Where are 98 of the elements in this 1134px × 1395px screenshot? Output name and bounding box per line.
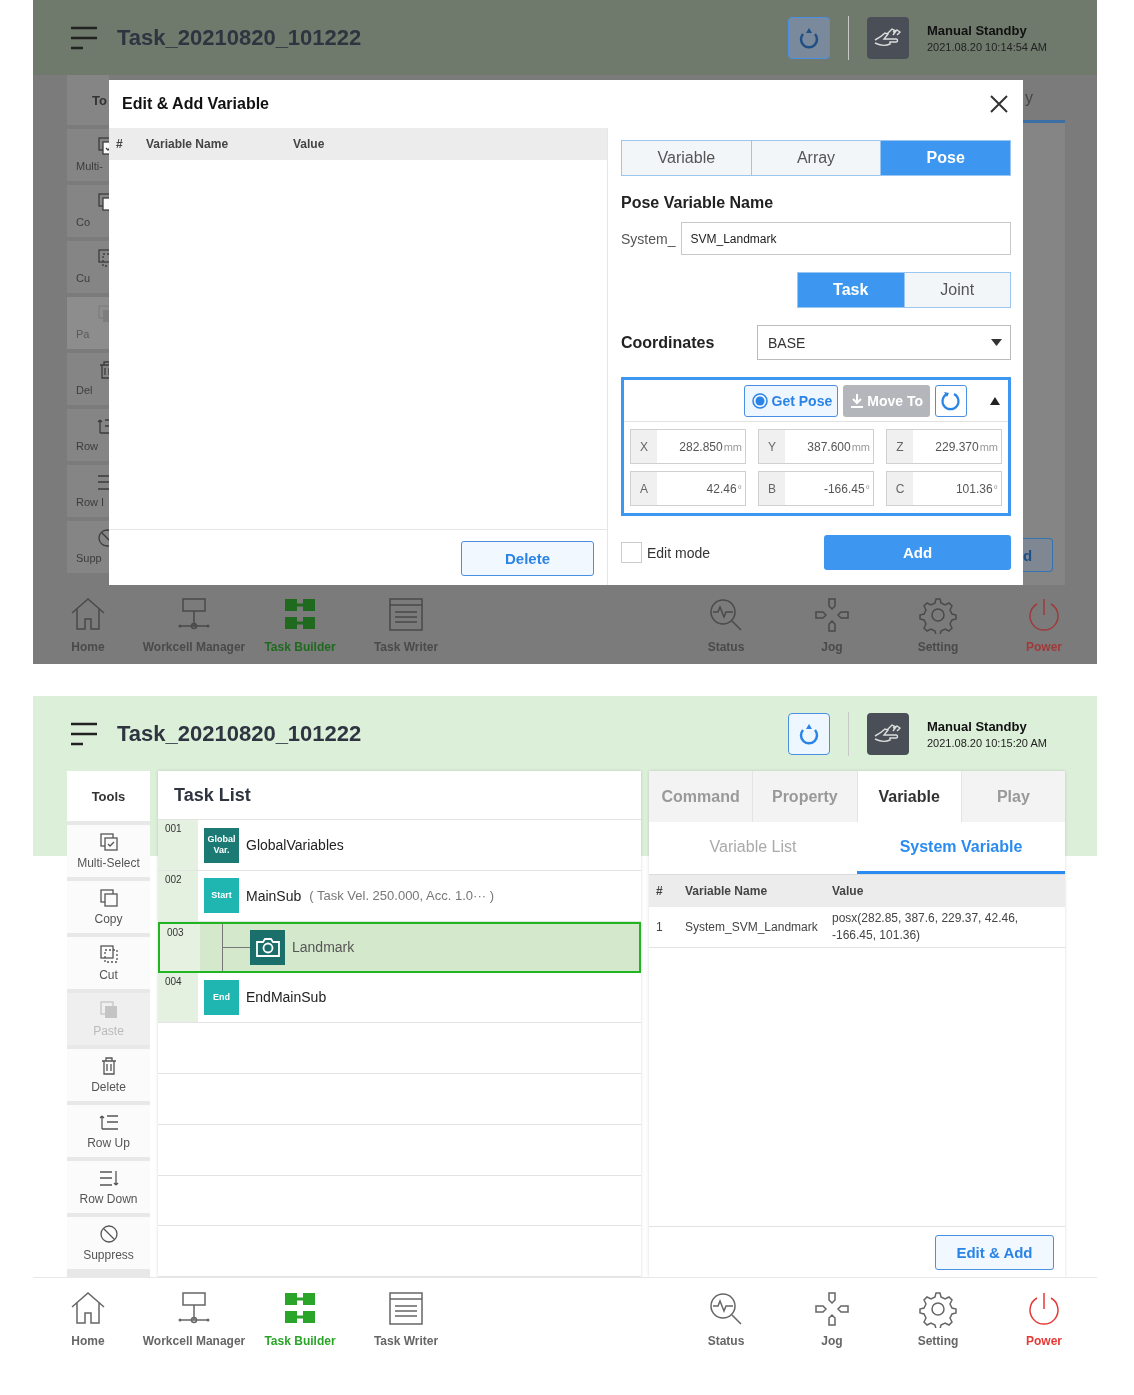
coordinates-select[interactable]: BASE bbox=[757, 325, 1011, 360]
menu-icon[interactable] bbox=[69, 720, 99, 747]
cut-icon bbox=[97, 943, 120, 965]
dialog-title: Edit & Add Variable bbox=[122, 95, 269, 113]
refresh-icon bbox=[940, 389, 962, 412]
panel-tab[interactable]: Property bbox=[752, 771, 857, 822]
tool-item[interactable]: Co bbox=[67, 185, 109, 237]
task-row[interactable]: 004 End EndMainSub bbox=[158, 972, 641, 1024]
task-row[interactable]: 002 Start MainSub ( Task Vel. 250.000, Acc. 1.0··· ) bbox=[158, 871, 641, 922]
sub-tab[interactable]: System Variable bbox=[857, 822, 1065, 874]
reload-button[interactable] bbox=[788, 16, 830, 59]
task-title: Task_20210820_101222 bbox=[117, 24, 363, 51]
tool-button[interactable]: Copy bbox=[67, 881, 150, 933]
camera-icon bbox=[250, 929, 285, 965]
type-tab[interactable]: Pose bbox=[880, 141, 1010, 175]
nav-item[interactable]: Status bbox=[673, 1290, 779, 1348]
paste-icon bbox=[97, 999, 120, 1021]
tool-button[interactable]: Delete bbox=[67, 1049, 150, 1101]
delete-button[interactable]: Delete bbox=[461, 540, 594, 576]
edit-mode-checkbox[interactable] bbox=[621, 542, 642, 563]
axis-field[interactable]: Z 229.370mm bbox=[886, 429, 1002, 464]
nav-item[interactable]: Power bbox=[991, 1290, 1097, 1348]
document-icon bbox=[387, 595, 425, 634]
axis-field[interactable]: C 101.36° bbox=[886, 471, 1002, 506]
name-prefix: System_ bbox=[621, 230, 676, 247]
dropdown-icon bbox=[991, 339, 1002, 346]
column-header: Value bbox=[292, 137, 326, 151]
nav-item[interactable]: Jog bbox=[779, 1290, 885, 1348]
tool-button[interactable]: Suppress bbox=[67, 1217, 150, 1269]
direction-pad-icon bbox=[813, 595, 851, 634]
panel-tab[interactable]: Command bbox=[649, 771, 753, 822]
download-icon bbox=[850, 392, 865, 409]
axis-field[interactable]: Y 387.600mm bbox=[758, 429, 874, 464]
table-cell-text: 1 bbox=[655, 918, 664, 936]
table-cell-text: posx(282.85, 387.6, 229.37, 42.46, -166.45, 101.36) bbox=[831, 910, 1020, 944]
nav-item[interactable]: Task Writer bbox=[353, 1290, 459, 1348]
tools-heading: To bbox=[67, 75, 109, 125]
task-title: Task_20210820_101222 bbox=[117, 720, 363, 747]
prohibit-icon bbox=[97, 1223, 120, 1245]
mode-label: Manual Standby bbox=[927, 718, 1028, 734]
radio-icon bbox=[751, 392, 768, 409]
tool-item[interactable]: Row bbox=[67, 409, 109, 461]
tool-item[interactable]: Multi- bbox=[67, 129, 109, 181]
reload-button[interactable] bbox=[788, 712, 830, 755]
settings-icon bbox=[919, 1290, 957, 1328]
tool-button[interactable]: Row Down bbox=[67, 1161, 150, 1213]
task-row[interactable]: 001 Global Var. GlobalVariables bbox=[158, 820, 641, 871]
refresh-button[interactable] bbox=[935, 384, 967, 417]
axis-field[interactable]: B -166.45° bbox=[758, 471, 874, 506]
type-tab[interactable]: Variable bbox=[622, 141, 751, 175]
nav-item[interactable]: Task Builder bbox=[247, 1290, 353, 1348]
get-pose-button[interactable]: Get Pose bbox=[743, 384, 839, 417]
column-header: Variable Name bbox=[145, 137, 230, 151]
space-tab[interactable]: Task bbox=[798, 273, 904, 307]
button-fragment: d bbox=[1023, 538, 1053, 572]
column-header: Value bbox=[831, 882, 865, 900]
tool-item[interactable]: Supp bbox=[67, 521, 109, 573]
task-row[interactable]: 003 Landmark bbox=[158, 921, 641, 973]
section-label: Pose Variable Name bbox=[621, 194, 775, 212]
axis-field[interactable]: A 42.46° bbox=[630, 471, 746, 506]
edit-mode-label: Edit mode bbox=[647, 544, 712, 561]
panel-tab[interactable]: Variable bbox=[856, 771, 961, 822]
hand-icon bbox=[867, 16, 909, 59]
tools-heading: Tools bbox=[67, 771, 150, 821]
tool-button[interactable]: Multi-Select bbox=[67, 825, 150, 877]
tool-item[interactable]: Cu bbox=[67, 241, 109, 293]
command-badge: Global Var. bbox=[204, 827, 239, 863]
date-time: 2021.08.20 10:15:20 AM bbox=[927, 736, 1048, 749]
multi-select-icon bbox=[97, 831, 120, 853]
tool-button[interactable]: Cut bbox=[67, 937, 150, 989]
type-tab[interactable]: Array bbox=[750, 141, 881, 175]
command-badge: End bbox=[204, 979, 239, 1015]
nav-item[interactable]: Setting bbox=[885, 1290, 991, 1348]
tool-item[interactable]: Del bbox=[67, 353, 109, 405]
close-button[interactable] bbox=[988, 93, 1010, 115]
column-header: # bbox=[115, 137, 124, 151]
table-cell-text: System_SVM_Landmark bbox=[684, 918, 819, 936]
variable-name-field[interactable]: SVM_Landmark bbox=[681, 222, 1011, 255]
coordinates-label: Coordinates bbox=[621, 333, 716, 352]
column-header: Variable Name bbox=[684, 882, 769, 900]
document-icon bbox=[387, 1290, 425, 1328]
add-button[interactable]: Add bbox=[824, 535, 1011, 570]
hand-icon bbox=[867, 712, 909, 755]
date-time: 2021.08.20 10:14:54 AM bbox=[927, 40, 1048, 53]
mode-label: Manual Standby bbox=[927, 22, 1028, 38]
direction-pad-icon bbox=[813, 1290, 851, 1328]
edit-add-button[interactable]: Edit & Add bbox=[935, 1234, 1054, 1270]
command-badge: Start bbox=[204, 878, 239, 914]
tool-item[interactable]: Row I bbox=[67, 465, 109, 517]
nav-item[interactable]: Home bbox=[35, 1290, 141, 1348]
tool-button[interactable]: Row Up bbox=[67, 1105, 150, 1157]
space-tab[interactable]: Joint bbox=[903, 273, 1010, 307]
axis-field[interactable]: X 282.850mm bbox=[630, 429, 746, 464]
panel-tab[interactable]: Play bbox=[960, 771, 1065, 822]
settings-icon bbox=[919, 595, 957, 634]
copy-icon bbox=[97, 887, 120, 909]
column-header: # bbox=[655, 882, 664, 900]
nav-item[interactable]: Workcell Manager bbox=[141, 1290, 247, 1348]
